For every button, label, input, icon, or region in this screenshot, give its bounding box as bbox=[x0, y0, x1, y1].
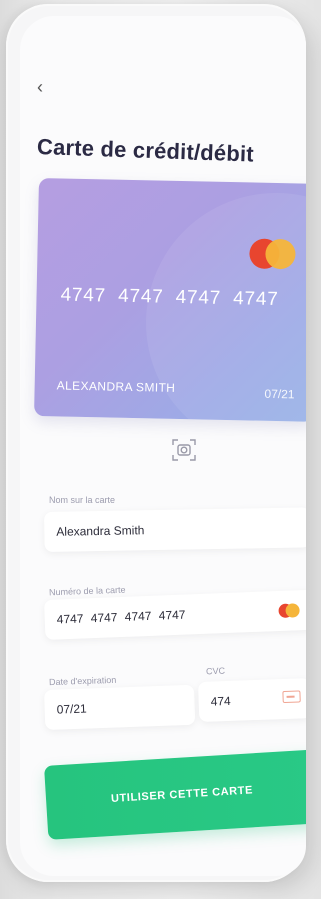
phone-frame: ‹ Carte de crédit/débit 4747 4747 4747 4… bbox=[6, 4, 306, 882]
mastercard-small-icon bbox=[278, 603, 301, 618]
app-screen: ‹ Carte de crédit/débit 4747 4747 4747 4… bbox=[20, 16, 306, 876]
credit-card-preview: 4747 4747 4747 4747 ALEXANDRA SMITH 07/2… bbox=[34, 178, 306, 422]
card-number-input[interactable]: 4747 4747 4747 4747 bbox=[44, 589, 306, 640]
page-title: Carte de crédit/débit bbox=[36, 134, 255, 167]
expiry-date-value: 07/21 bbox=[56, 701, 87, 717]
expiry-date-input[interactable]: 07/21 bbox=[44, 684, 196, 730]
name-field-label: Nom sur la carte bbox=[49, 495, 116, 505]
mastercard-logo-icon bbox=[249, 238, 296, 270]
use-this-card-button[interactable]: UTILISER CETTE CARTE bbox=[44, 749, 306, 840]
chevron-left-icon[interactable]: ‹ bbox=[37, 78, 43, 96]
cvc-input[interactable]: 474 bbox=[198, 678, 306, 722]
camera-scan-icon[interactable] bbox=[170, 436, 198, 464]
card-number-field-label: Numéro de la carte bbox=[48, 584, 126, 598]
cardholder-name-value: Alexandra Smith bbox=[56, 523, 145, 539]
cvc-field-label: CVC bbox=[205, 665, 226, 677]
cvc-card-icon bbox=[282, 690, 301, 704]
card-expiry: 07/21 bbox=[264, 386, 295, 402]
card-number-value: 4747 4747 4747 4747 bbox=[56, 607, 186, 627]
card-holder-name: ALEXANDRA SMITH bbox=[56, 378, 176, 395]
cardholder-name-input[interactable]: Alexandra Smith bbox=[44, 507, 306, 552]
card-number: 4747 4747 4747 4747 bbox=[60, 284, 279, 311]
expiry-field-label: Date d'expiration bbox=[48, 674, 117, 688]
cvc-value: 474 bbox=[210, 693, 231, 709]
